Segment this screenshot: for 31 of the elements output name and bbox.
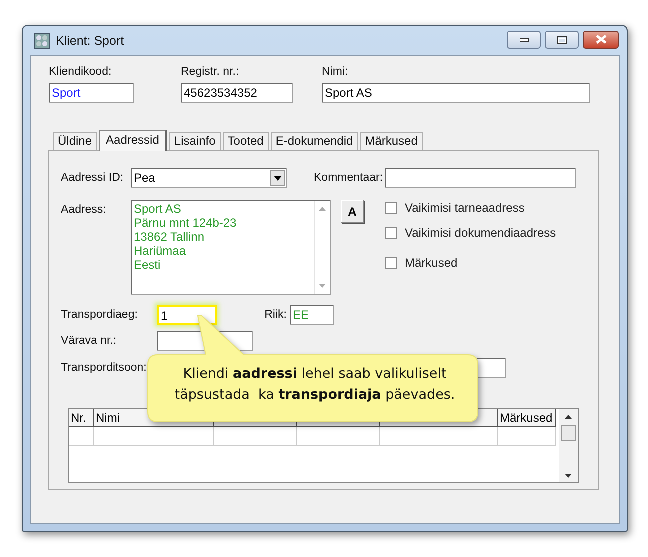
tab[interactable]: Märkused	[360, 132, 423, 150]
text-field[interactable]: 1	[157, 305, 217, 325]
column-header[interactable]: Nr.	[69, 409, 94, 427]
field-label: Kommentaar:	[314, 170, 384, 186]
tab[interactable]: Aadressid	[99, 130, 168, 151]
field-label: Värava nr.:	[61, 334, 118, 348]
field-label: Kliendikood:	[49, 65, 113, 80]
text-field[interactable]: EE	[290, 305, 334, 325]
field-label: Transporditsoon:	[61, 360, 148, 376]
field-label: Riik:	[264, 308, 288, 322]
text-field[interactable]: Sport AS	[322, 83, 590, 103]
dropdown[interactable]: Pea	[131, 168, 287, 188]
window-title: Klient: Sport	[56, 34, 124, 48]
checkbox-label: Vaikimisi tarneaadress	[405, 201, 525, 215]
field-label: Registr. nr.:	[181, 65, 240, 80]
field-label: Transpordiaeg:	[61, 308, 139, 322]
field-label: Aadress:	[61, 203, 108, 218]
column-header[interactable]: Märkused	[498, 409, 556, 427]
text-field[interactable]: 45623534352	[181, 83, 293, 103]
tab[interactable]: Lisainfo	[169, 132, 221, 150]
field-label: Nimi:	[322, 65, 350, 80]
checkbox-label: Märkused	[405, 256, 458, 270]
tooltip-text: Kliendi aadressi lehel saab valikuliselt täpsustada ka transpordiaja päevades.	[174, 365, 456, 405]
address-textarea[interactable]: Sport AS Pärnu mnt 124b-23 13862 Tallinn Hariümaa Eesti	[131, 200, 331, 295]
tab[interactable]: Tooted	[222, 132, 269, 150]
tab[interactable]: Üldine	[53, 132, 98, 150]
tab[interactable]: E-dokumendid	[270, 132, 358, 150]
field-label: Aadressi ID:	[61, 170, 125, 186]
text-field[interactable]: Sport	[49, 83, 134, 103]
checkbox-label: Vaikimisi dokumendiaadress	[405, 226, 556, 240]
format-button[interactable]: A	[341, 200, 364, 223]
